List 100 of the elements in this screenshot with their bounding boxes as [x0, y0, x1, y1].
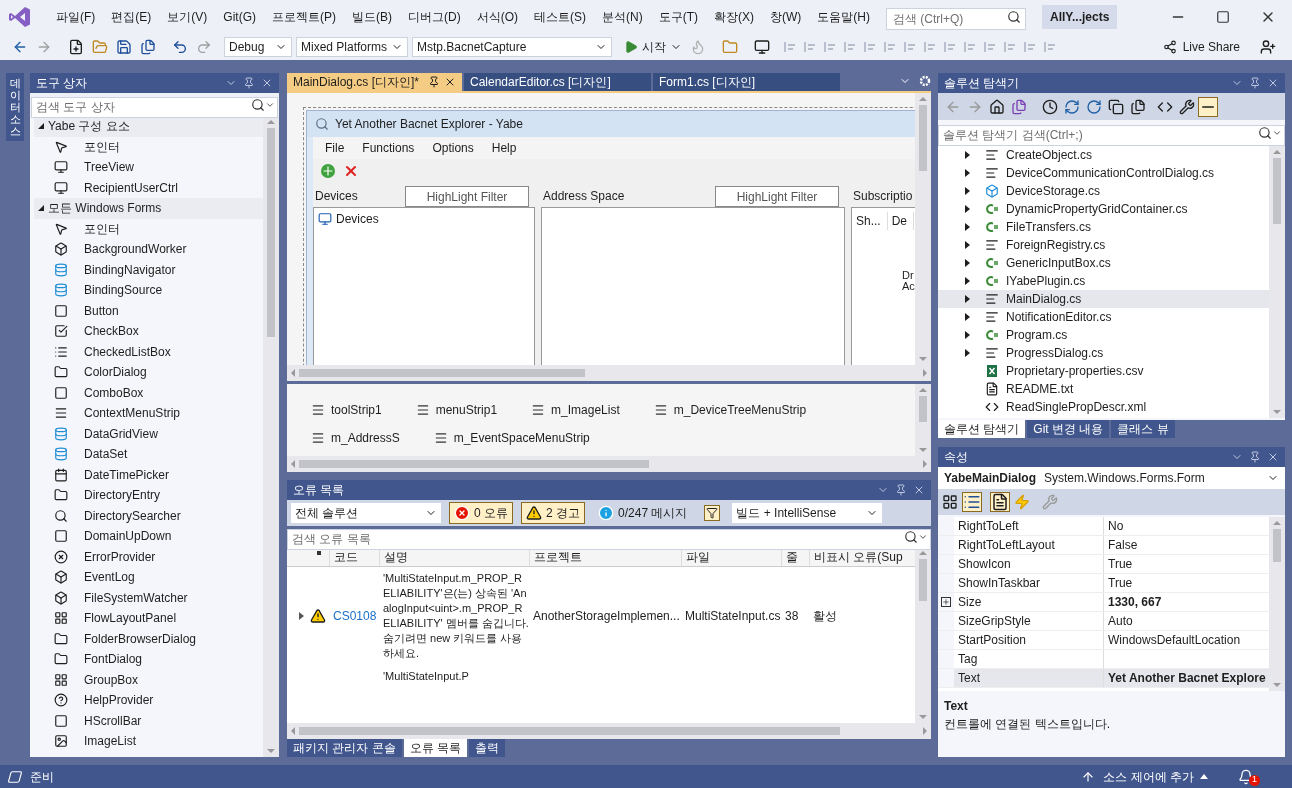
toolbox-item[interactable]: BindingSource: [34, 280, 263, 301]
filter-toggle[interactable]: 0 오류: [449, 502, 513, 524]
tree-item[interactable]: NotificationEditor.cs: [938, 308, 1269, 326]
caret-icon[interactable]: [918, 532, 928, 542]
back-icon[interactable]: [12, 39, 28, 55]
tree-item[interactable]: CreateObject.cs: [938, 146, 1269, 164]
property-value[interactable]: 1330, 667: [1104, 593, 1162, 611]
menu-item[interactable]: 프로젝트(P): [264, 8, 344, 26]
tree-item[interactable]: ReadSinglePropDescr.xml: [938, 398, 1269, 416]
open-folder-icon[interactable]: [92, 39, 108, 55]
tree-item[interactable]: Proprietary-properties.csv: [938, 362, 1269, 380]
toolbox-item[interactable]: CheckBox: [34, 321, 263, 342]
scope-dropdown[interactable]: 전체 솔루션: [291, 503, 441, 523]
tray-component[interactable]: m_DeviceTreeMenuStrip: [673, 401, 807, 419]
search-icon[interactable]: [904, 530, 918, 544]
tray-component[interactable]: m_EventSpaceMenuStrip: [453, 429, 590, 447]
tree-item[interactable]: IYabePlugin.cs: [938, 272, 1269, 290]
horizontal-scrollbar[interactable]: [287, 456, 931, 472]
expand-triangle-icon[interactable]: [965, 277, 970, 285]
document-tab[interactable]: CalendarEditor.cs [디자인]: [464, 73, 651, 91]
menu-item[interactable]: 보기(V): [159, 8, 216, 26]
toolbox-item[interactable]: Button: [34, 300, 263, 321]
expand-triangle-icon[interactable]: [965, 205, 970, 213]
save-icon[interactable]: [116, 39, 132, 55]
search-field[interactable]: 검색 오류 목록: [287, 528, 931, 550]
document-tab[interactable]: MainDialog.cs [디자인]*: [287, 73, 462, 91]
menu-item[interactable]: 파일(F): [48, 8, 104, 26]
sync-icon[interactable]: [1064, 98, 1080, 115]
tool-window-tab[interactable]: 패키지 관리자 콘솔: [287, 739, 402, 757]
pin-icon[interactable]: [428, 76, 440, 88]
home-icon[interactable]: [989, 98, 1005, 115]
tree-item[interactable]: FileTransfers.cs: [938, 218, 1269, 236]
menu-item[interactable]: 편집(E): [103, 8, 160, 26]
tool-window-tab[interactable]: 오류 목록: [403, 739, 467, 757]
toolbox-item[interactable]: 포인터: [34, 218, 263, 239]
tray-component[interactable]: menuStrip1: [435, 401, 498, 419]
vertical-scrollbar[interactable]: [1269, 146, 1285, 418]
property-row[interactable]: RightToLeftLayout False: [938, 536, 1269, 555]
dropdown[interactable]: Mstp.BacnetCapture: [412, 37, 612, 57]
property-row[interactable]: SizeGripStyle Auto: [938, 612, 1269, 631]
maximize-icon[interactable]: [1216, 10, 1230, 24]
error-code-link[interactable]: CS0108: [329, 609, 377, 623]
document-tab[interactable]: Form1.cs [디자인]: [653, 73, 840, 91]
form-menu-item[interactable]: File: [325, 139, 345, 157]
user-icon[interactable]: [1260, 39, 1276, 55]
undo-icon[interactable]: [172, 39, 188, 55]
toolbox-item[interactable]: ContextMenuStrip: [34, 403, 263, 424]
horizontal-scrollbar[interactable]: [287, 723, 931, 739]
column-header[interactable]: 프로젝트: [529, 547, 681, 566]
toolbox-item[interactable]: DirectoryEntry: [34, 485, 263, 506]
search-field[interactable]: 검색 도구 상자: [31, 96, 278, 118]
menu-item[interactable]: 확장(X): [706, 8, 762, 26]
menu-item[interactable]: 서식(O): [468, 8, 526, 26]
tree-item[interactable]: ForeignRegistry.cs: [938, 236, 1269, 254]
menu-item[interactable]: 테스트(S): [526, 8, 594, 26]
search-field[interactable]: 검색 (Ctrl+Q): [886, 8, 1026, 30]
expand-triangle-icon[interactable]: [299, 612, 304, 620]
filter-field[interactable]: HighLight Filter: [405, 186, 529, 207]
toolbox-item[interactable]: DataGridView: [34, 423, 263, 444]
caret-icon[interactable]: [265, 100, 275, 110]
filter-field[interactable]: HighLight Filter: [715, 186, 839, 207]
form-menu-item[interactable]: Functions: [362, 139, 415, 157]
caret-icon[interactable]: [1272, 128, 1282, 138]
property-row[interactable]: RightToLeft No: [938, 517, 1269, 536]
expand-triangle-icon[interactable]: [965, 223, 970, 231]
tree-item[interactable]: README.txt: [938, 380, 1269, 398]
tree-node[interactable]: Devices: [336, 210, 379, 228]
toolbox-item[interactable]: ComboBox: [34, 382, 263, 403]
expand-triangle-icon[interactable]: [965, 187, 970, 195]
column-header[interactable]: 줄: [781, 547, 809, 566]
toolbox-item[interactable]: BackgroundWorker: [34, 239, 263, 260]
menu-item[interactable]: 빌드(B): [344, 8, 400, 26]
toolbox-item[interactable]: HelpProvider: [34, 690, 263, 711]
search-icon[interactable]: [251, 98, 265, 112]
form-preview[interactable]: Yet Another Bacnet Explorer - Yabe File Functions Options Help Devices HighLight Filter Devices Address Space HighLight Filter Subscriptio Sh... De Dr Ac: [303, 107, 915, 365]
alphabetical-icon[interactable]: [962, 492, 982, 512]
side-tab[interactable]: 데이터 소스: [6, 73, 24, 142]
form-menu-item[interactable]: Options: [432, 139, 474, 157]
filter-toggle[interactable]: 2 경고: [521, 502, 586, 524]
tree-item[interactable]: ProgressDialog.cs: [938, 344, 1269, 362]
toolbox-item[interactable]: DomainUpDown: [34, 526, 263, 547]
menu-item[interactable]: 도움말(H): [809, 8, 878, 26]
toolbox-item[interactable]: FolderBrowserDialog: [34, 628, 263, 649]
toolbox-item[interactable]: BindingNavigator: [34, 259, 263, 280]
search-field[interactable]: 솔루션 탐색기 검색(Ctrl+;): [938, 124, 1285, 146]
toolbox-item[interactable]: RecipientUserCtrl: [34, 177, 263, 198]
switch-views-icon[interactable]: [1011, 98, 1027, 115]
vertical-scrollbar[interactable]: [915, 384, 931, 456]
tool-window-tab[interactable]: 클래스 뷰: [1111, 420, 1175, 438]
toolbox-item[interactable]: TreeView: [34, 157, 263, 178]
settings-icon[interactable]: [919, 75, 931, 87]
source-dropdown[interactable]: 빌드 + IntelliSense: [732, 503, 883, 523]
properties-icon[interactable]: [1179, 98, 1195, 115]
filter-toggle[interactable]: 0/247 메시지: [593, 502, 693, 524]
property-value[interactable]: WindowsDefaultLocation: [1104, 631, 1241, 649]
tray-component[interactable]: m_AddressS: [331, 429, 400, 447]
tree-item[interactable]: GenericInputBox.cs: [938, 254, 1269, 272]
vertical-scrollbar[interactable]: [915, 93, 931, 365]
toolbox-item[interactable]: ErrorProvider: [34, 546, 263, 567]
property-value[interactable]: False: [1104, 536, 1138, 554]
